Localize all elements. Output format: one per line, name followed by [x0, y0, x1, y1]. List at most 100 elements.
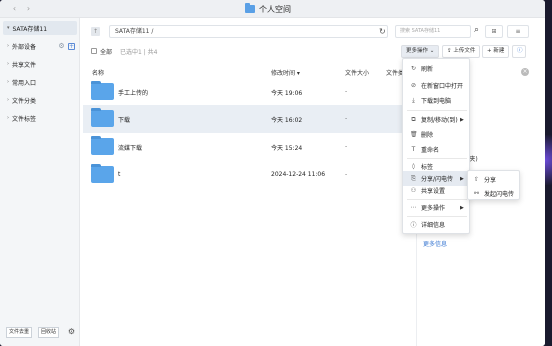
more-info-link[interactable]: 更多信息	[423, 239, 447, 248]
delete-icon: 🗑	[410, 131, 418, 138]
menu-item-share-settings[interactable]: ⚇ 共享设置	[403, 183, 469, 198]
menu-item-label: 重命名	[421, 147, 440, 154]
sidebar-item-external[interactable]: › 外部设备	[3, 39, 77, 53]
file-name: 下载	[118, 117, 131, 124]
menu-item-more[interactable]: ⋯ 更多操作 ▶	[403, 200, 469, 215]
new-button[interactable]: + 新建	[482, 45, 510, 58]
window-title-group: 个人空间	[245, 3, 291, 15]
menu-item-label: 在新窗口中打开	[421, 83, 464, 90]
chevron-right-icon[interactable]: ›	[7, 115, 9, 121]
search-icon[interactable]: ⌕	[474, 26, 483, 35]
file-modified: 2024-12-24 11:06	[271, 171, 326, 178]
open-window-icon: ⊘	[410, 82, 417, 89]
list-view-button[interactable]: ≡	[507, 25, 529, 38]
column-headers: 名称 修改时间 ▾ 文件大小 文件类	[83, 65, 423, 77]
menu-item-label: 详细信息	[421, 222, 446, 229]
sidebar-item-categories[interactable]: › 文件分类	[3, 93, 77, 107]
column-name[interactable]: 名称	[92, 68, 104, 77]
submenu-item-flash-transfer[interactable]: ⚯ 发起闪电传	[468, 186, 519, 200]
menu-item-copy-move[interactable]: ⧉ 复制/移动(到) ▶	[403, 112, 469, 127]
share-out-icon: ⇧	[473, 175, 480, 183]
chevron-right-icon[interactable]: ›	[7, 97, 9, 103]
table-row[interactable]: t 2024-12-24 11:06 -	[83, 161, 415, 189]
recycle-bin-button[interactable]: 回收站	[38, 327, 60, 338]
column-size[interactable]: 文件大小	[345, 68, 369, 77]
submenu-item-label: 发起闪电传	[484, 190, 515, 198]
table-row[interactable]: 手工上传的 今天 19:06 -	[83, 78, 415, 106]
table-row[interactable]: 下载 今天 16:02 -	[83, 105, 415, 133]
window-title: 个人空间	[259, 4, 291, 14]
share-submenu: ⇧ 分享 ⚯ 发起闪电传	[467, 170, 520, 200]
menu-item-download[interactable]: ⤓ 下载到电脑	[403, 93, 469, 108]
menu-item-label: 下载到电脑	[421, 98, 452, 105]
menu-item-delete[interactable]: 🗑 删除	[403, 127, 469, 142]
select-all-checkbox[interactable]	[91, 48, 97, 54]
folder-icon	[91, 108, 114, 127]
submenu-arrow-icon: ▶	[460, 116, 464, 123]
chevron-down-icon[interactable]: ▾	[7, 25, 10, 31]
dedupe-button[interactable]: 文件去重	[6, 327, 33, 338]
more-actions-label: 更多操作	[406, 48, 429, 54]
table-row[interactable]: 流媒下载 今天 15:24 -	[83, 133, 415, 161]
folder-icon	[91, 136, 114, 155]
file-name: 手工上传的	[118, 90, 149, 97]
close-icon[interactable]: ×	[521, 68, 529, 76]
refresh-icon: ↻	[410, 65, 417, 72]
more-actions-button[interactable]: 更多操作 ⌄	[401, 45, 440, 58]
up-level-icon[interactable]: ↑	[91, 27, 100, 36]
info-icon[interactable]: ⓘ	[512, 45, 526, 58]
flash-transfer-icon: ⚯	[473, 189, 480, 197]
upload-button[interactable]: ⇪ 上传文件	[442, 45, 481, 58]
more-icon: ⋯	[410, 204, 417, 211]
sidebar-item-label: SATA存储11	[12, 25, 48, 33]
toolbar: ↑ SATA存储11 / ↻ 搜索 SATA存储11 ⌕ ⊞ ≡	[83, 24, 533, 40]
menu-item-label: 复制/移动(到)	[421, 117, 458, 124]
copy-icon: ⧉	[411, 115, 416, 123]
title-bar: ‹ › 个人空间	[0, 0, 545, 18]
grid-view-button[interactable]: ⊞	[485, 25, 503, 38]
menu-item-details[interactable]: ⓘ 详细信息	[403, 217, 469, 232]
submenu-arrow-icon: ▶	[460, 204, 464, 211]
sidebar-item-label: 共享文件	[12, 61, 37, 69]
sidebar-item-label: 文件标签	[12, 115, 37, 123]
desktop-background	[545, 135, 552, 185]
gear-icon[interactable]: ⚙	[58, 43, 65, 50]
search-input[interactable]: 搜索 SATA存储11	[395, 25, 471, 38]
context-menu: ↻ 刷新 ⊘ 在新窗口中打开 ⤓ 下载到电脑 ⧉ 复制/移动(到) ▶ 🗑 删除 T 重命名 …	[402, 58, 470, 234]
file-size: -	[345, 171, 348, 178]
add-device-icon[interactable]: +	[68, 43, 75, 50]
sidebar-item-tags[interactable]: › 文件标签	[3, 111, 77, 125]
menu-item-label: 刷新	[421, 66, 434, 73]
submenu-item-share[interactable]: ⇧ 分享	[468, 172, 519, 186]
menu-item-label: 标签	[421, 164, 434, 171]
selection-info: 已选中1 | 共4	[120, 49, 158, 56]
chevron-right-icon[interactable]: ›	[7, 43, 9, 49]
refresh-icon[interactable]: ↻	[379, 27, 386, 36]
sidebar-item-label: 文件分类	[12, 97, 37, 105]
sidebar-item-shared[interactable]: › 共享文件	[3, 57, 77, 71]
forward-icon[interactable]: ›	[24, 4, 33, 13]
settings-icon[interactable]: ⚙	[67, 327, 76, 336]
menu-item-label: 删除	[421, 132, 434, 139]
file-modified: 今天 15:24	[271, 145, 303, 152]
share-icon: ⎘	[411, 174, 416, 182]
menu-item-label: 分享/闪电传	[421, 176, 454, 183]
action-bar: 全部 已选中1 | 共4 更多操作 ⌄ ⇪ 上传文件 + 新建 ⓘ	[83, 45, 533, 59]
menu-item-rename[interactable]: T 重命名	[403, 142, 469, 157]
menu-item-open-new-window[interactable]: ⊘ 在新窗口中打开	[403, 78, 469, 93]
menu-item-label: 更多操作	[421, 205, 446, 212]
share-settings-icon: ⚇	[410, 187, 417, 194]
submenu-item-label: 分享	[484, 176, 497, 184]
menu-item-refresh[interactable]: ↻ 刷新	[403, 61, 469, 76]
select-all-label: 全部	[100, 49, 113, 56]
sidebar-item-sata[interactable]: ▾ SATA存储11	[3, 21, 77, 35]
path-bar[interactable]: SATA存储11 /	[109, 25, 388, 38]
folder-icon	[91, 81, 114, 100]
back-icon[interactable]: ‹	[10, 4, 19, 13]
rename-icon: T	[411, 146, 416, 153]
column-modified[interactable]: 修改时间 ▾	[271, 68, 300, 77]
sidebar-item-label: 常用入口	[12, 79, 37, 87]
chevron-right-icon[interactable]: ›	[7, 79, 9, 85]
chevron-right-icon[interactable]: ›	[7, 61, 9, 67]
sidebar-item-shortcuts[interactable]: › 常用入口	[3, 75, 77, 89]
